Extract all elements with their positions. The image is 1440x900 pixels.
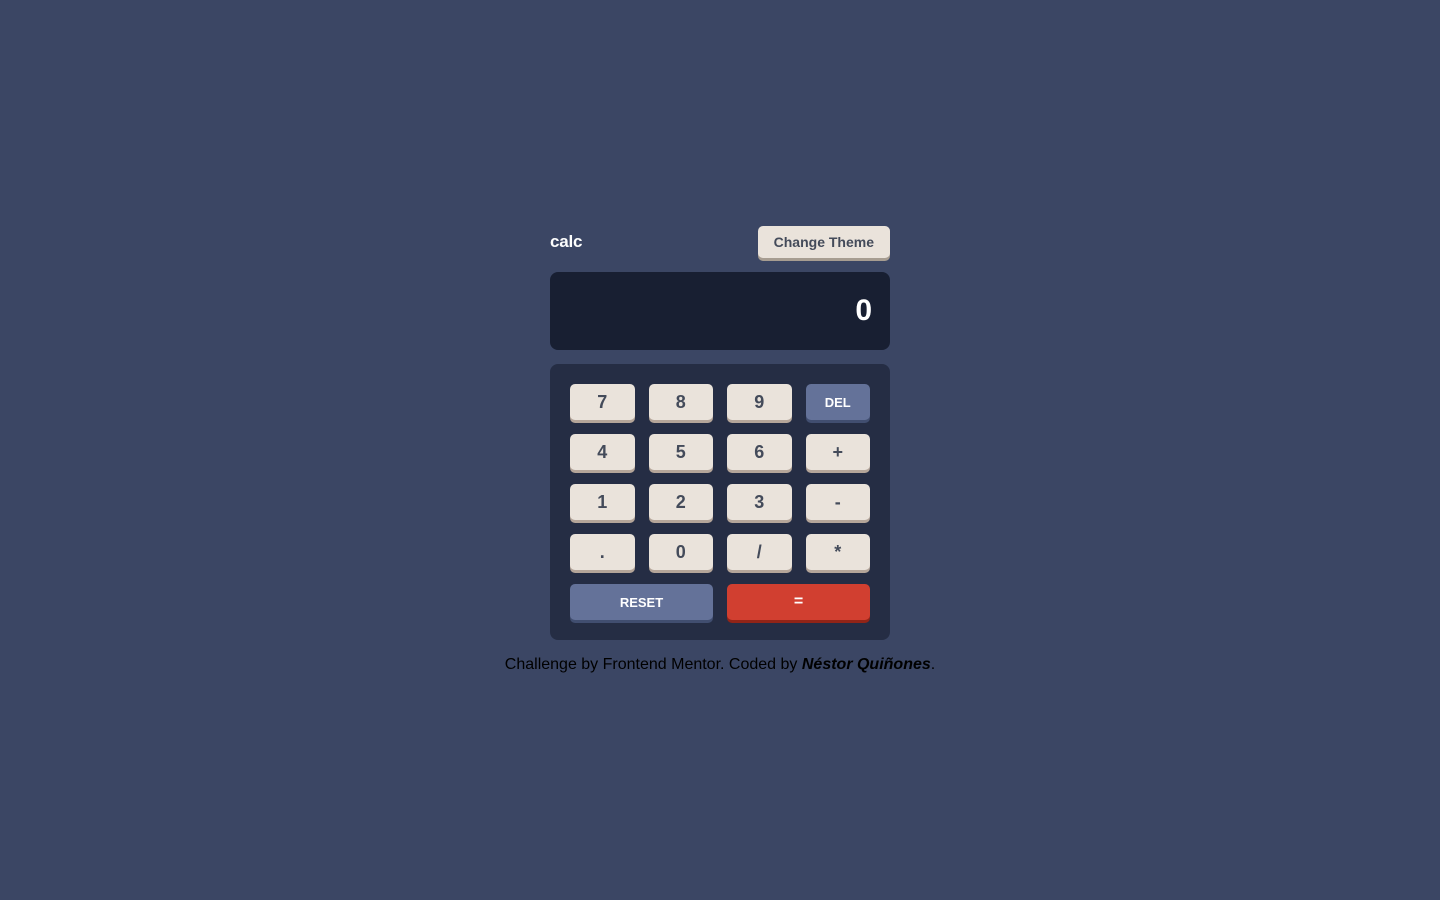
key-2[interactable]: 2 xyxy=(649,484,714,520)
key-divide[interactable]: / xyxy=(727,534,792,570)
key-7[interactable]: 7 xyxy=(570,384,635,420)
attribution-author: Néstor Quiñones xyxy=(802,656,931,673)
key-multiply[interactable]: * xyxy=(806,534,871,570)
attribution: Challenge by Frontend Mentor. Coded by N… xyxy=(505,656,935,674)
key-reset[interactable]: RESET xyxy=(570,584,713,620)
key-0[interactable]: 0 xyxy=(649,534,714,570)
logo: calc xyxy=(550,232,582,252)
key-plus[interactable]: + xyxy=(806,434,871,470)
change-theme-button[interactable]: Change Theme xyxy=(758,226,890,258)
key-1[interactable]: 1 xyxy=(570,484,635,520)
display: 0 xyxy=(550,272,890,350)
keypad: 7 8 9 DEL 4 5 6 + 1 2 3 - . 0 / * RESET … xyxy=(550,364,890,640)
attribution-suffix: . xyxy=(931,656,935,673)
attribution-prefix: Challenge by Frontend Mentor. Coded by xyxy=(505,656,802,673)
key-9[interactable]: 9 xyxy=(727,384,792,420)
key-4[interactable]: 4 xyxy=(570,434,635,470)
calculator: calc Change Theme 0 7 8 9 DEL 4 5 6 + 1 … xyxy=(550,226,890,640)
header: calc Change Theme xyxy=(550,226,890,258)
key-dot[interactable]: . xyxy=(570,534,635,570)
key-3[interactable]: 3 xyxy=(727,484,792,520)
key-5[interactable]: 5 xyxy=(649,434,714,470)
key-equals[interactable]: = xyxy=(727,584,870,620)
key-6[interactable]: 6 xyxy=(727,434,792,470)
key-del[interactable]: DEL xyxy=(806,384,871,420)
key-minus[interactable]: - xyxy=(806,484,871,520)
key-8[interactable]: 8 xyxy=(649,384,714,420)
